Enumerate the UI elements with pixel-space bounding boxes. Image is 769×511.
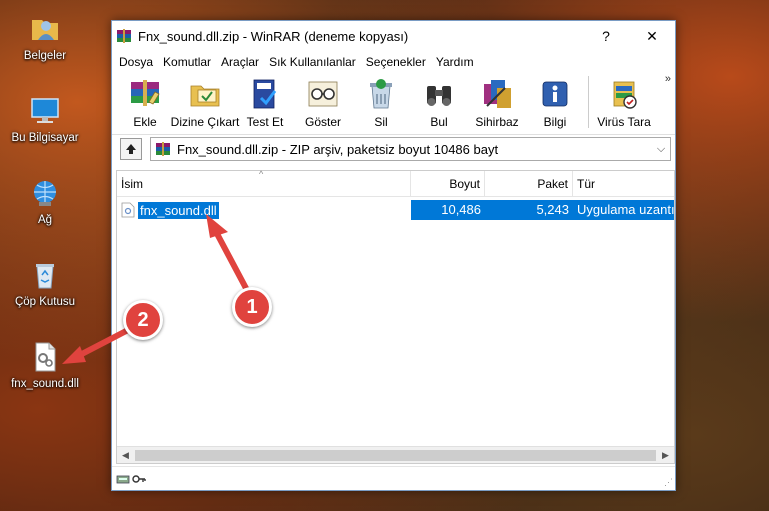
add-label: Ekle [133,115,157,129]
dll-file-icon [121,202,135,218]
close-button[interactable]: ✕ [629,21,675,51]
address-bar: Fnx_sound.dll.zip - ZIP arşiv, paketsiz … [112,135,675,163]
path-dropdown[interactable]: Fnx_sound.dll.zip - ZIP arşiv, paketsiz … [150,137,671,161]
column-size[interactable]: Boyut [411,171,485,197]
desktop-icon-label: Çöp Kutusu [14,296,76,308]
menu-help[interactable]: Yardım [431,55,479,69]
winrar-app-icon [116,28,132,44]
add-button[interactable]: Ekle [116,73,174,131]
column-header-row: İsim Boyut Paket Tür ^ [117,169,674,197]
view-button[interactable]: Göster [294,73,352,131]
toolbar-separator [588,76,589,128]
desktop-icon-network[interactable]: Ağ [5,176,85,226]
view-label: Göster [304,115,341,129]
step-marker-two: 2 [123,300,163,340]
add-books-icon [131,80,160,106]
delete-icon [370,79,392,109]
file-name-cell: fnx_sound.dll [117,201,411,219]
winrar-window: Fnx_sound.dll.zip - WinRAR (deneme kopya… [111,20,676,491]
column-type[interactable]: Tür [573,171,674,197]
find-binoculars-icon [427,86,451,106]
find-button[interactable]: Bul [410,73,468,131]
virus-scan-button[interactable]: Virüs Tara [593,73,655,131]
toolbar-overflow-button[interactable]: » [665,73,671,85]
delete-label: Sil [374,115,388,129]
drive-icon[interactable] [116,473,130,485]
desktop-icon-label: fnx_sound.dll [11,378,79,390]
column-name[interactable]: İsim [117,171,411,197]
desktop-icon-label: Bu Bilgisayar [11,132,79,144]
delete-button[interactable]: Sil [352,73,410,131]
file-size: 10,486 [411,200,485,220]
file-list: İsim Boyut Paket Tür ^ fnx_sound.dll 10,… [116,169,675,464]
wizard-button[interactable]: Sihirbaz [468,73,526,131]
dll-file-icon [28,340,62,374]
menu-tools[interactable]: Araçlar [216,55,264,69]
virus-scan-icon [613,81,637,109]
scrollbar-thumb[interactable] [135,449,656,461]
archive-icon [155,141,171,157]
scroll-left-icon[interactable]: ◀ [117,450,134,461]
virus-scan-label: Virüs Tara [597,115,651,129]
menu-options[interactable]: Seçenekler [361,55,431,69]
network-icon [28,176,62,210]
key-icon[interactable] [132,473,146,485]
computer-icon [28,94,62,128]
path-text: Fnx_sound.dll.zip - ZIP arşiv, paketsiz … [177,141,499,157]
window-title: Fnx_sound.dll.zip - WinRAR (deneme kopya… [138,28,409,44]
desktop-icon-dll-file[interactable]: fnx_sound.dll [5,340,85,390]
file-packed: 5,243 [485,200,573,220]
menu-favorites[interactable]: Sık Kullanılanlar [264,55,361,69]
test-icon [253,79,277,109]
sort-caret-icon: ^ [259,169,264,179]
test-button[interactable]: Test Et [236,73,294,131]
toolbar: Ekle Dizine Çıkart Test Et Göster Sil Bu… [112,73,675,135]
help-button[interactable]: ? [583,21,629,51]
extract-to-label: Dizine Çıkart [170,115,240,129]
desktop-icon-label: Ağ [37,214,53,226]
extract-folder-icon [190,85,220,107]
recycle-bin-icon [28,258,62,292]
scroll-right-icon[interactable]: ▶ [657,450,674,461]
wizard-label: Sihirbaz [475,115,519,129]
title-bar[interactable]: Fnx_sound.dll.zip - WinRAR (deneme kopya… [112,21,675,51]
file-name: fnx_sound.dll [138,201,219,219]
file-type: Uygulama uzantısı [573,200,674,220]
desktop-icon-documents[interactable]: Belgeler [5,12,85,62]
desktop-icon-recycle-bin[interactable]: Çöp Kutusu [5,258,85,308]
step-marker-one: 1 [232,287,272,327]
view-glasses-icon [308,81,338,107]
chevron-down-icon[interactable]: ⌵ [652,143,670,156]
arrow-up-icon [126,144,136,154]
extract-to-button[interactable]: Dizine Çıkart [171,73,239,131]
menu-commands[interactable]: Komutlar [158,55,216,69]
menu-file[interactable]: Dosya [114,55,158,69]
menu-bar: Dosya Komutlar Araçlar Sık Kullanılanlar… [112,51,675,73]
info-icon [542,81,568,107]
resize-grip-icon[interactable]: ⋰ [664,477,673,488]
info-button[interactable]: Bilgi [526,73,584,131]
horizontal-scrollbar[interactable]: ◀ ▶ [117,446,674,463]
wizard-icon [484,80,511,108]
desktop-icon-label: Belgeler [23,50,67,62]
status-bar: ⋰ [112,466,675,490]
up-folder-button[interactable] [120,138,142,160]
test-label: Test Et [246,115,284,129]
desktop-icon-this-pc[interactable]: Bu Bilgisayar [5,94,85,144]
table-row[interactable]: fnx_sound.dll 10,486 5,243 Uygulama uzan… [117,200,674,220]
info-label: Bilgi [543,115,567,129]
column-packed[interactable]: Paket [485,171,573,197]
user-folder-icon [28,12,62,46]
find-label: Bul [430,115,448,129]
